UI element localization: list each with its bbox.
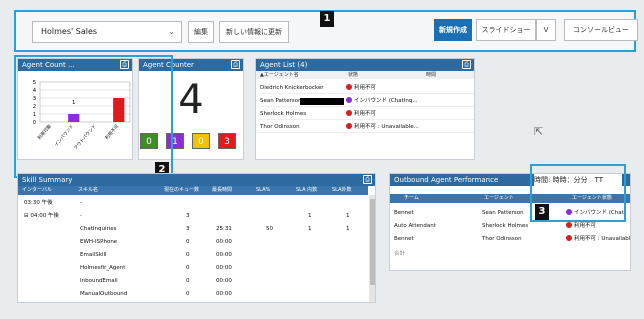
y-tick-label: 1 xyxy=(33,112,36,118)
count-box-available: 0 xyxy=(140,133,158,149)
agent-total-count: 4 xyxy=(178,77,204,123)
col-sla-out[interactable]: SLA外数 xyxy=(332,186,352,195)
agent-list-column-header: ▲エージェント名 状態 時間 xyxy=(256,71,474,79)
agent-count-title: Agent Count ... xyxy=(22,61,75,69)
col-agent[interactable]: エージェント xyxy=(484,194,514,203)
callout-badge-3: 3 xyxy=(535,204,549,220)
status-dot-icon xyxy=(566,222,572,228)
col-skill-name[interactable]: スキル名 xyxy=(78,186,98,195)
table-row[interactable]: ChatInquiries 3 25:31 50 1 1 xyxy=(20,224,368,235)
skill-summary-scrollbar[interactable] xyxy=(369,195,375,302)
slideshow-dropdown-button[interactable]: V xyxy=(536,19,556,41)
count-box-outbound: 0 xyxy=(192,133,210,149)
table-row[interactable]: InboundEmail 0 00:00 xyxy=(20,276,368,287)
table-row[interactable]: EmailSkill 0 00:00 xyxy=(20,250,368,261)
x-tick-label: 利用可能 xyxy=(36,122,53,141)
x-tick-label: インバウンド xyxy=(53,123,76,148)
x-tick-label: アウトバウンド xyxy=(72,123,98,152)
redaction-bar xyxy=(300,98,344,105)
col-queue[interactable]: 現在のキュー数 xyxy=(164,186,199,195)
col-agent-name[interactable]: ▲エージェント名 xyxy=(260,71,299,79)
dashboard-select-value: Holmes' Sales xyxy=(41,27,98,36)
console-view-button[interactable]: コンソールビュー xyxy=(564,19,638,41)
y-tick-label: 5 xyxy=(33,80,36,86)
x-tick-label: 利用不可 xyxy=(103,122,120,141)
callout-badge-1: 1 xyxy=(320,11,334,27)
agent-count-panel: Agent Count ... ⎙ 0 1 2 3 4 5 利用可能 1 インバウンド アウトバウ… xyxy=(17,58,133,160)
table-row[interactable]: Auto Attendant Sherlock Holmes 利用不可 xyxy=(392,221,630,232)
status-dot-icon xyxy=(346,110,352,116)
print-icon[interactable]: ⎙ xyxy=(231,60,240,69)
skill-summary-column-header: インターバル スキル名 現在のキュー数 最長時間 SLA% SLA 内数 SLA… xyxy=(18,186,368,195)
agent-list-header: Agent List (4) ⎙ xyxy=(256,59,474,71)
skill-summary-panel: Skill Summary ⎙ インターバル スキル名 現在のキュー数 最長時間… xyxy=(17,173,376,303)
y-tick-label: 3 xyxy=(33,96,36,102)
y-tick-label: 2 xyxy=(33,104,36,110)
col-sla-in[interactable]: SLA 内数 xyxy=(296,186,317,195)
dashboard-root: Holmes' Sales ⌄ 編集 新しい情報に更新 新規作成 スライドショー… xyxy=(0,0,644,319)
status-dot-icon xyxy=(566,235,572,241)
agent-count-chart: 012345利用可能1インバウンドアウトバウンド 利用不可 xyxy=(33,80,131,152)
agent-list-title: Agent List (4) xyxy=(260,61,308,69)
chevron-down-icon: ⌄ xyxy=(168,27,175,36)
agent-list-row[interactable]: Diedrich Knickerbocker 利用不可 xyxy=(258,83,474,94)
table-row[interactable]: Holmesfir_Agent 0 00:00 xyxy=(20,263,368,274)
agent-list-panel: Agent List (4) ⎙ ▲エージェント名 状態 時間 Diedrich… xyxy=(255,58,475,160)
time-format-label: 時間: 時時：分分 TT xyxy=(534,174,622,186)
table-row[interactable]: ⊟ 04:00 午後 -3 1 1 xyxy=(20,211,368,222)
y-tick-label: 0 xyxy=(33,120,36,126)
y-tick-label: 4 xyxy=(33,88,36,94)
agent-counter-header: Agent Counter ⎙ xyxy=(139,59,243,71)
table-row[interactable]: ManualOutbound 0 00:00 xyxy=(20,289,368,300)
new-dashboard-button[interactable]: 新規作成 xyxy=(434,19,472,41)
print-icon[interactable]: ⎙ xyxy=(462,60,471,69)
col-time[interactable]: 時間 xyxy=(426,71,436,79)
bar-data-label: 1 xyxy=(72,100,75,106)
dashboard-select[interactable]: Holmes' Sales ⌄ xyxy=(32,21,182,43)
mouse-cursor-icon: ⇱ xyxy=(534,125,544,138)
refresh-button[interactable]: 新しい情報に更新 xyxy=(219,21,289,43)
agent-count-header: Agent Count ... ⎙ xyxy=(18,59,132,71)
agent-list-row[interactable]: Sean Patterson インバウンド (ChatInq... xyxy=(258,96,474,107)
status-dot-icon xyxy=(346,123,352,129)
agent-counter-panel: Agent Counter ⎙ 4 0 1 0 3 xyxy=(138,58,244,160)
agent-list-row[interactable]: Thor Odinsson 利用不可 : Unavailable... xyxy=(258,122,474,133)
col-interval[interactable]: インターバル xyxy=(22,186,52,195)
outbound-title: Outbound Agent Performance xyxy=(394,176,499,184)
col-sla-pct[interactable]: SLA% xyxy=(256,186,270,195)
skill-summary-header: Skill Summary ⎙ xyxy=(18,174,375,186)
print-icon[interactable]: ⎙ xyxy=(363,175,372,184)
status-dot-icon xyxy=(346,97,352,103)
count-box-unavailable: 3 xyxy=(218,133,236,149)
table-row[interactable]: Bennet Thor Odinsson 利用不可 : Unavailable xyxy=(392,234,630,245)
edit-button[interactable]: 編集 xyxy=(188,21,214,43)
col-status[interactable]: 状態 xyxy=(348,71,358,79)
bar-1 xyxy=(68,114,80,122)
col-team[interactable]: チーム xyxy=(404,194,419,203)
skill-summary-title: Skill Summary xyxy=(22,176,73,184)
agent-list-row[interactable]: Sherlock Holmes 利用不可 xyxy=(258,109,474,120)
print-icon[interactable]: ⎙ xyxy=(120,60,129,69)
status-dot-icon xyxy=(346,84,352,90)
slideshow-button[interactable]: スライドショー xyxy=(476,19,536,41)
total-row: 合計 xyxy=(394,251,406,257)
col-longest[interactable]: 最長時間 xyxy=(212,186,232,195)
count-box-inbound: 1 xyxy=(166,133,184,149)
table-row[interactable]: 03:30 午後 - xyxy=(20,198,368,209)
agent-counter-title: Agent Counter xyxy=(143,61,194,69)
table-row[interactable]: EWH-ISPhone 0 00:00 xyxy=(20,237,368,248)
bar-3 xyxy=(113,98,125,122)
